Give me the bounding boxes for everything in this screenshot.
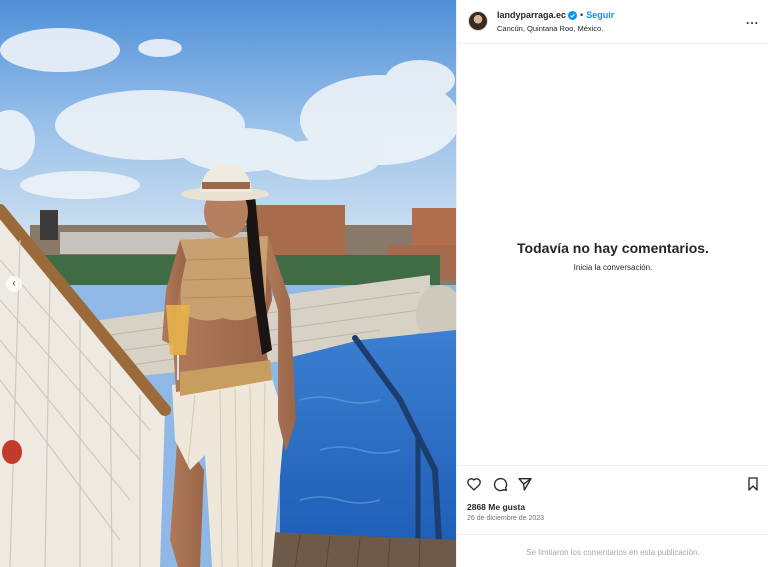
no-comments-subtitle: Inicia la conversación. <box>573 263 653 272</box>
verified-badge-icon <box>568 10 578 20</box>
heart-icon[interactable] <box>466 476 482 492</box>
avatar[interactable] <box>468 11 488 31</box>
action-bar <box>457 465 768 501</box>
location-link[interactable]: Cancún, Quintana Roo, México. <box>497 24 603 33</box>
carousel-previous-button[interactable]: ‹ <box>6 276 22 292</box>
post-photo[interactable]: ‹ <box>0 0 456 567</box>
post-side-panel: landyparraga.ec • Seguir Cancún, Quintan… <box>456 0 768 567</box>
instagram-post: ‹ landyparraga.ec • Seguir Cancún, Quint… <box>0 0 768 567</box>
chevron-left-icon: ‹ <box>12 278 16 289</box>
separator-dot: • <box>580 10 584 20</box>
comment-icon[interactable] <box>492 476 508 492</box>
photo-illustration <box>0 0 456 567</box>
more-options-button[interactable]: ... <box>746 13 759 27</box>
post-date: 26 de diciembre de 2023 <box>467 515 545 522</box>
no-comments-title: Todavía no hay comentarios. <box>517 240 709 256</box>
follow-button[interactable]: Seguir <box>586 10 614 20</box>
bookmark-icon[interactable] <box>745 476 761 492</box>
user-row: landyparraga.ec • Seguir <box>497 10 614 20</box>
likes-count[interactable]: 2868 Me gusta <box>467 502 525 512</box>
username-link[interactable]: landyparraga.ec <box>497 10 566 20</box>
share-icon[interactable] <box>517 476 533 492</box>
comments-limited-notice: Se limitaron los comentarios en esta pub… <box>457 534 768 567</box>
post-header: landyparraga.ec • Seguir Cancún, Quintan… <box>457 0 768 44</box>
